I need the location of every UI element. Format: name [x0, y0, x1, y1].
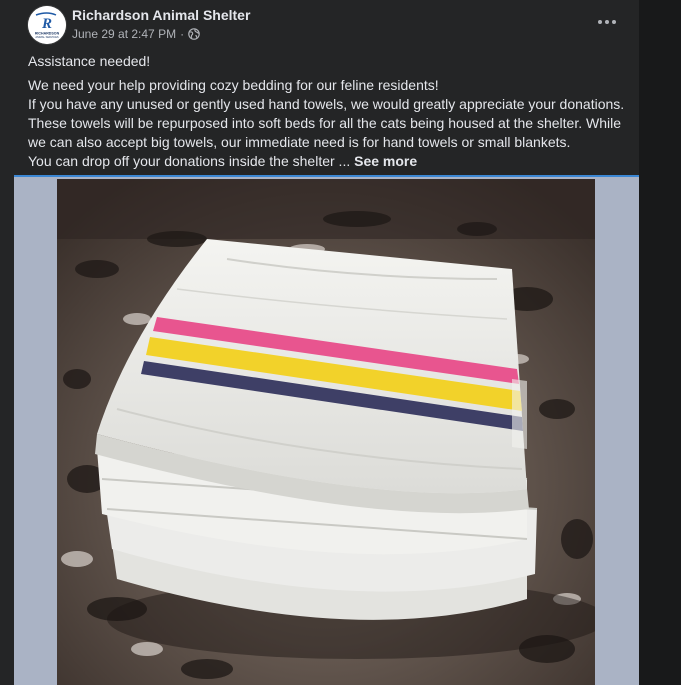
- page-avatar[interactable]: R RICHARDSON ANIMAL SERVICES: [28, 6, 66, 44]
- logo-text-top: RICHARDSON: [35, 32, 60, 36]
- logo-letter: R: [41, 16, 52, 32]
- post-line-1: Assistance needed!: [28, 53, 151, 69]
- globe-icon[interactable]: [188, 28, 200, 40]
- post-header: R RICHARDSON ANIMAL SERVICES Richardson …: [0, 0, 639, 50]
- towels-photo-image: [57, 179, 595, 685]
- page-name-link[interactable]: Richardson Animal Shelter: [72, 7, 250, 23]
- post-message: Assistance needed! We need your help pro…: [28, 52, 628, 171]
- post-line-5: we can also accept big towels, our immed…: [28, 134, 571, 150]
- post-timestamp[interactable]: June 29 at 2:47 PM: [72, 27, 176, 41]
- post-line-2: We need your help providing cozy bedding…: [28, 77, 439, 93]
- post-line-3: If you have any unused or gently used ha…: [28, 96, 625, 112]
- post-line-6: You can drop off your donations inside t…: [28, 152, 628, 171]
- post-meta: June 29 at 2:47 PM ·: [72, 27, 200, 41]
- logo-text-bottom: ANIMAL SERVICES: [35, 35, 59, 39]
- more-options-icon[interactable]: [594, 10, 620, 34]
- facebook-post-card: R RICHARDSON ANIMAL SERVICES Richardson …: [0, 0, 639, 685]
- meta-separator: ·: [180, 27, 185, 41]
- post-media-frame: [14, 175, 639, 685]
- post-line-4: These towels will be repurposed into sof…: [28, 115, 622, 131]
- richardson-logo-icon: R RICHARDSON ANIMAL SERVICES: [28, 6, 66, 44]
- post-line-6-text: You can drop off your donations inside t…: [28, 153, 351, 169]
- page-background-gutter: [639, 0, 681, 685]
- post-photo[interactable]: [57, 179, 595, 685]
- see-more-link[interactable]: See more: [354, 153, 417, 169]
